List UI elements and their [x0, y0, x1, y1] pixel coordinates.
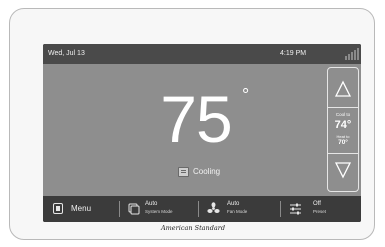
status-date: Wed, Jul 13: [48, 50, 85, 57]
setpoint-control: Cool to 74° Heat to 70°: [327, 67, 359, 192]
status-time: 4:19 PM: [280, 50, 307, 57]
temperature-degree-symbol: °: [242, 85, 250, 105]
heat-to-value: 70°: [338, 139, 348, 146]
system-mode-value: Auto: [145, 201, 158, 207]
system-mode-icon: [128, 203, 140, 215]
decrease-setpoint-button[interactable]: [328, 153, 358, 189]
mode-status-text: Cooling: [193, 167, 221, 176]
main-display: 75 ° Cooling Cool to 74° Heat to 70°: [43, 64, 361, 196]
cool-to-value: 74°: [334, 119, 352, 131]
setpoint-values: Cool to 74° Heat to 70°: [328, 107, 358, 154]
preset-label: Preset: [313, 209, 327, 214]
preset-sliders-icon: [290, 203, 301, 215]
bottom-bar: Menu Auto System Mode Auto Fan Mode Off …: [43, 196, 361, 222]
brand-logo: American Standard: [160, 224, 226, 232]
status-bar: Wed, Jul 13 4:19 PM: [43, 44, 361, 64]
current-temperature: 75: [160, 82, 232, 156]
preset-value: Off: [313, 201, 321, 207]
triangle-down-icon: [334, 162, 352, 179]
fan-icon: [207, 202, 220, 213]
cool-to-label: Cool to: [335, 112, 351, 117]
thermostat-device: Wed, Jul 13 4:19 PM 75 ° Cooling Cool to…: [9, 8, 375, 240]
system-mode-label: System Mode: [145, 209, 173, 214]
menu-label: Menu: [71, 204, 92, 213]
fan-mode-label: Fan Mode: [227, 209, 248, 214]
signal-bars-icon: [345, 48, 359, 60]
fan-mode-button[interactable]: Auto Fan Mode: [199, 196, 279, 222]
triangle-up-icon: [334, 80, 352, 97]
fan-mode-value: Auto: [227, 201, 240, 207]
preset-button[interactable]: Off Preset: [281, 196, 361, 222]
increase-setpoint-button[interactable]: [328, 70, 358, 106]
menu-icon: [53, 203, 63, 214]
cooling-icon: [178, 167, 189, 177]
system-mode-button[interactable]: Auto System Mode: [120, 196, 197, 222]
menu-button[interactable]: Menu: [43, 196, 118, 222]
thermostat-screen: Wed, Jul 13 4:19 PM 75 ° Cooling Cool to…: [43, 44, 361, 222]
